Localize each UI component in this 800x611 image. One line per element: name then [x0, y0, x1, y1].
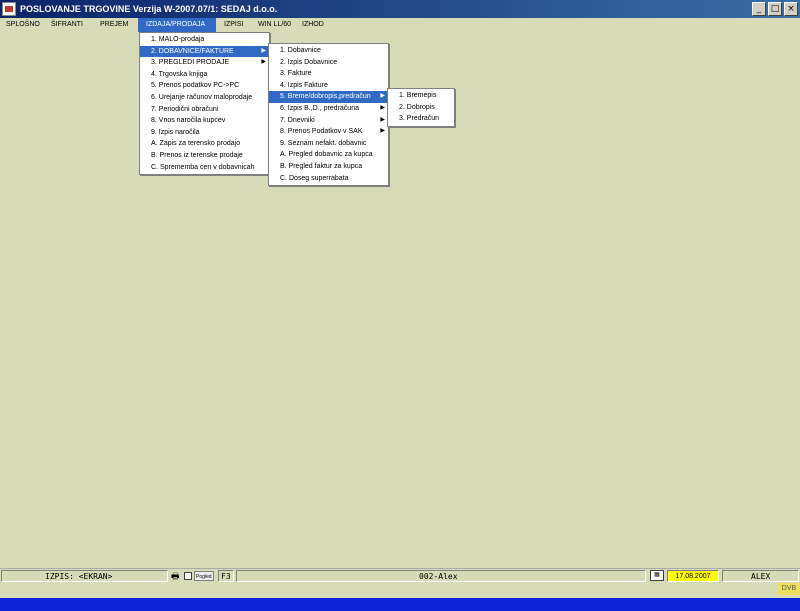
- menu-item-dnevniki[interactable]: 7. Dnevniki ▶: [269, 115, 388, 127]
- menu-item-pregled-dobavnic[interactable]: A. Pregled dobavnic za kupca: [269, 149, 388, 161]
- close-button[interactable]: ×: [784, 2, 798, 16]
- menu-item-doseg-superrabata[interactable]: C. Doseg superrabata: [269, 173, 388, 185]
- app-icon[interactable]: [2, 2, 16, 16]
- menu-item-bremepis[interactable]: 1. Bremepis: [388, 90, 454, 102]
- window-title: POSLOVANJE TRGOVINE Verzija W-2007.07/1:…: [20, 4, 278, 14]
- bottom-strip: [0, 582, 800, 598]
- menu-item-breme-dobropis[interactable]: 5. Breme/dobropis,predračun ▶: [269, 91, 388, 103]
- bottom-blue-bar: [0, 598, 800, 611]
- submenu-arrow-icon: ▶: [380, 116, 385, 123]
- menu-splosno[interactable]: SPLOŠNO: [0, 18, 40, 32]
- breme-dobropis-menu: 1. Bremepis 2. Dobropis 3. Predračun: [387, 88, 455, 127]
- printer-icon[interactable]: 🖶: [171, 570, 180, 582]
- menu-izhod[interactable]: IZHOD: [298, 18, 338, 32]
- menu-item-label: 2. DOBAVNICE/FAKTURE: [151, 47, 234, 55]
- user-panel: ALEX: [722, 570, 799, 582]
- menu-item-label: 8. Prenos Podatkov v SAK: [280, 128, 363, 136]
- menu-item-sprememba-cen[interactable]: C. Sprememba cen v dobavnicah: [140, 162, 269, 174]
- menu-item-izpis-bd[interactable]: 6. Izpis B.,D., predračuna ▶: [269, 103, 388, 115]
- menu-item-seznam-nefakt[interactable]: 9. Seznam nefakt. dobavnic: [269, 138, 388, 150]
- menu-item-dobropis[interactable]: 2. Dobropis: [388, 102, 454, 114]
- dobavnice-fakture-menu: 1. Dobavnice 2. Izpis Dobavnice 3. Faktu…: [268, 43, 389, 187]
- statusbar: IZPIS: <EKRAN> 🖶 Pogled F3 002-Alex ▦ 17…: [0, 568, 800, 582]
- menu-item-predracun[interactable]: 3. Predračun: [388, 113, 454, 125]
- menu-item-prenos-podatkov[interactable]: 5. Prenos podatkov PC->PC: [140, 80, 269, 92]
- menu-item-malo-prodaja[interactable]: 1. MALO-prodaja: [140, 34, 269, 46]
- menu-item-zapis-terenska[interactable]: A. Zapis za terensko prodajo: [140, 138, 269, 150]
- menu-item-periodicni-obracuni[interactable]: 7. Periodični obračuni: [140, 104, 269, 116]
- menu-izpisi[interactable]: IZPISI: [216, 18, 250, 32]
- submenu-arrow-icon: ▶: [261, 59, 266, 66]
- menu-item-dobavnice-fakture[interactable]: 2. DOBAVNICE/FAKTURE ▶: [140, 45, 269, 58]
- menu-item-label: 6. Izpis B.,D., predračuna: [280, 104, 359, 112]
- submenu-arrow-icon: ▶: [261, 47, 266, 54]
- submenu-arrow-icon: ▶: [380, 128, 385, 135]
- menu-item-vnos-narocila[interactable]: 8. Vnos naročila kupcev: [140, 115, 269, 127]
- window-controls: _ □ ×: [752, 2, 798, 16]
- menu-item-fakture[interactable]: 3. Fakture: [269, 68, 388, 80]
- menu-item-izpis-dobavnice[interactable]: 2. Izpis Dobavnice: [269, 57, 388, 69]
- menu-izdaja-prodaja[interactable]: IZDAJA/PRODAJA: [138, 18, 216, 32]
- izpis-panel: IZPIS: <EKRAN>: [1, 570, 168, 582]
- menu-win-ll60[interactable]: WIN LL/60: [250, 18, 298, 32]
- menubar: SPLOŠNO ŠIFRANTI PREJEM IZDAJA/PRODAJA I…: [0, 18, 800, 32]
- menu-item-pregled-faktur[interactable]: B. Pregled faktur za kupca: [269, 161, 388, 173]
- izdaja-prodaja-menu: 1. MALO-prodaja 2. DOBAVNICE/FAKTURE ▶ 3.…: [139, 32, 270, 176]
- pogled-button[interactable]: Pogled: [194, 571, 214, 581]
- menu-item-prenos-sak[interactable]: 8. Prenos Podatkov v SAK ▶: [269, 126, 388, 138]
- menu-prejem[interactable]: PREJEM: [95, 18, 138, 32]
- pogled-checkbox[interactable]: [184, 572, 192, 580]
- menu-item-urejanje-racunov[interactable]: 6. Urejanje računov maloprodaje: [140, 92, 269, 104]
- dvb-indicator: DVB: [778, 583, 800, 595]
- menu-item-trgovska-knjiga[interactable]: 4. Trgovska knjiga: [140, 69, 269, 81]
- minimize-button[interactable]: _: [752, 2, 766, 16]
- date-panel: 17.08.2007: [667, 570, 719, 582]
- menu-item-label: 5. Breme/dobropis,predračun: [280, 93, 371, 101]
- menu-item-pregledi-prodaje[interactable]: 3. PREGLEDI PRODAJE ▶: [140, 57, 269, 69]
- maximize-button[interactable]: □: [768, 2, 782, 16]
- menu-item-label: 3. PREGLEDI PRODAJE: [151, 59, 230, 67]
- f3-panel[interactable]: F3: [218, 570, 234, 582]
- menu-item-izpis-narocila[interactable]: 9. Izpis naročila: [140, 127, 269, 139]
- window-titlebar: POSLOVANJE TRGOVINE Verzija W-2007.07/1:…: [0, 0, 800, 18]
- submenu-arrow-icon: ▶: [380, 104, 385, 111]
- menu-item-izpis-fakture[interactable]: 4. Izpis Fakture: [269, 80, 388, 92]
- submenu-arrow-icon: ▶: [380, 93, 385, 100]
- menu-item-dobavnice[interactable]: 1. Dobavnice: [269, 45, 388, 57]
- user-code-panel: 002-Alex: [236, 570, 646, 582]
- menu-item-prenos-terenske[interactable]: B. Prenos iz terenske prodaje: [140, 150, 269, 162]
- calendar-icon[interactable]: ▦: [650, 570, 664, 581]
- menu-item-label: 7. Dnevniki: [280, 116, 315, 124]
- menu-sifranti[interactable]: ŠIFRANTI: [39, 18, 95, 32]
